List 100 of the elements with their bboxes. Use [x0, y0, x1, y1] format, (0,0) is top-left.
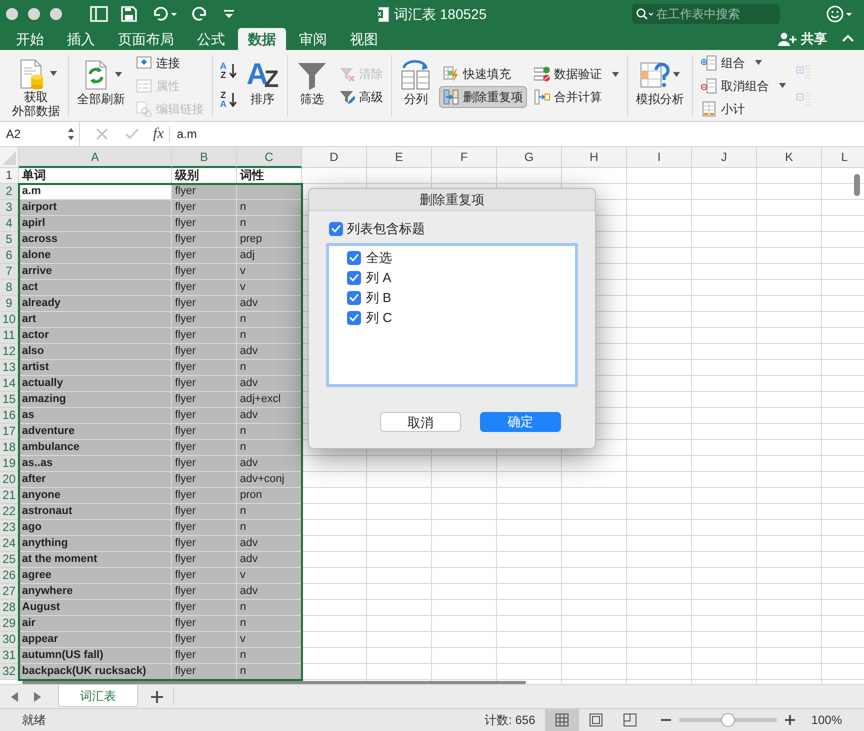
redo-icon[interactable]: [191, 6, 209, 22]
table-cell[interactable]: flyer: [172, 648, 237, 664]
table-cell[interactable]: flyer: [172, 616, 237, 632]
column-header[interactable]: C: [237, 147, 302, 168]
table-cell[interactable]: n: [237, 360, 302, 376]
table-cell[interactable]: flyer: [172, 328, 237, 344]
ribbon-button[interactable]: 全部刷新: [73, 54, 129, 116]
customize-toolbar-icon[interactable]: [223, 8, 235, 20]
ribbon-tab[interactable]: 数据: [238, 28, 286, 50]
table-cell[interactable]: adv: [237, 456, 302, 472]
table-cell[interactable]: flyer: [172, 488, 237, 504]
row-header[interactable]: 15: [0, 392, 19, 408]
slider-thumb[interactable]: [721, 713, 736, 727]
undo-icon[interactable]: [151, 6, 177, 22]
row-header[interactable]: 12: [0, 344, 19, 360]
column-header[interactable]: E: [367, 147, 432, 168]
row-header[interactable]: 21: [0, 488, 19, 504]
add-sheet-icon[interactable]: [151, 691, 163, 703]
table-cell[interactable]: adv: [237, 536, 302, 552]
table-cell[interactable]: adv: [237, 376, 302, 392]
ribbon-button[interactable]: 筛选: [292, 54, 332, 116]
ribbon-button[interactable]: 快速填充: [438, 63, 527, 85]
save-icon[interactable]: [121, 6, 137, 22]
table-cell[interactable]: flyer: [172, 360, 237, 376]
column-header[interactable]: J: [692, 147, 757, 168]
zoom-level[interactable]: 100%: [811, 711, 842, 729]
table-cell[interactable]: ago: [19, 520, 172, 536]
table-cell[interactable]: across: [19, 232, 172, 248]
row-header[interactable]: 22: [0, 504, 19, 520]
scroll-thumb[interactable]: [854, 174, 860, 196]
table-cell[interactable]: art: [19, 312, 172, 328]
table-cell[interactable]: appear: [19, 632, 172, 648]
row-header[interactable]: 8: [0, 280, 19, 296]
sort-button[interactable]: Z A: [217, 86, 240, 114]
previous-sheet-icon[interactable]: [11, 692, 19, 702]
table-cell[interactable]: adv: [237, 552, 302, 568]
row-header[interactable]: 24: [0, 536, 19, 552]
table-cell[interactable]: flyer: [172, 312, 237, 328]
row-header[interactable]: 16: [0, 408, 19, 424]
table-cell[interactable]: also: [19, 344, 172, 360]
table-cell[interactable]: adj: [237, 248, 302, 264]
table-cell[interactable]: v: [237, 568, 302, 584]
table-cell[interactable]: flyer: [172, 456, 237, 472]
table-cell[interactable]: n: [237, 424, 302, 440]
table-cell[interactable]: agree: [19, 568, 172, 584]
table-cell[interactable]: flyer: [172, 248, 237, 264]
row-header[interactable]: 26: [0, 568, 19, 584]
table-cell[interactable]: flyer: [172, 344, 237, 360]
ribbon-tab[interactable]: 公式: [187, 28, 235, 50]
table-cell[interactable]: flyer: [172, 504, 237, 520]
table-cell[interactable]: flyer: [172, 232, 237, 248]
row-header[interactable]: 6: [0, 248, 19, 264]
row-header[interactable]: 29: [0, 616, 19, 632]
table-cell[interactable]: backpack(UK rucksack): [19, 664, 172, 680]
sort-button[interactable]: A Z: [217, 57, 240, 85]
table-cell[interactable]: n: [237, 312, 302, 328]
minimize-window-icon[interactable]: [28, 8, 40, 20]
column-header[interactable]: K: [757, 147, 822, 168]
scroll-thumb[interactable]: [22, 681, 526, 684]
table-cell[interactable]: apirl: [19, 216, 172, 232]
table-cell[interactable]: n: [237, 216, 302, 232]
table-cell[interactable]: n: [237, 504, 302, 520]
row-header[interactable]: 27: [0, 584, 19, 600]
table-cell[interactable]: v: [237, 632, 302, 648]
table-cell[interactable]: flyer: [172, 520, 237, 536]
table-cell[interactable]: ambulance: [19, 440, 172, 456]
table-cell[interactable]: actor: [19, 328, 172, 344]
column-header[interactable]: L: [822, 147, 864, 168]
table-cell[interactable]: astronaut: [19, 504, 172, 520]
table-cell[interactable]: 级别: [172, 168, 237, 184]
table-cell[interactable]: artist: [19, 360, 172, 376]
table-cell[interactable]: flyer: [172, 264, 237, 280]
table-cell[interactable]: actually: [19, 376, 172, 392]
column-header[interactable]: I: [627, 147, 692, 168]
table-cell[interactable]: n: [237, 600, 302, 616]
row-header[interactable]: 18: [0, 440, 19, 456]
table-cell[interactable]: after: [19, 472, 172, 488]
table-cell[interactable]: n: [237, 616, 302, 632]
table-cell[interactable]: flyer: [172, 536, 237, 552]
column-header[interactable]: D: [302, 147, 367, 168]
ribbon-tab[interactable]: 审阅: [289, 28, 337, 50]
column-header[interactable]: H: [562, 147, 627, 168]
zoom-in-icon[interactable]: [785, 715, 796, 725]
ribbon-button[interactable]: 数据验证: [530, 63, 623, 85]
smiley-icon[interactable]: [826, 5, 854, 23]
function-button[interactable]: fx: [153, 122, 164, 146]
table-cell[interactable]: at the moment: [19, 552, 172, 568]
table-cell[interactable]: prep: [237, 232, 302, 248]
row-header[interactable]: 32: [0, 664, 19, 680]
row-header[interactable]: 23: [0, 520, 19, 536]
ribbon-button[interactable]: 连接: [132, 52, 208, 74]
table-cell[interactable]: flyer: [172, 472, 237, 488]
table-cell[interactable]: n: [237, 648, 302, 664]
ribbon-button[interactable]: 小计: [696, 98, 790, 120]
ribbon-button[interactable]: 合并计算: [530, 86, 623, 108]
formula-value[interactable]: a.m: [176, 125, 197, 143]
cancel-button[interactable]: 取消: [380, 412, 461, 432]
table-cell[interactable]: air: [19, 616, 172, 632]
ribbon-tab[interactable]: 视图: [340, 28, 388, 50]
table-cell[interactable]: alone: [19, 248, 172, 264]
